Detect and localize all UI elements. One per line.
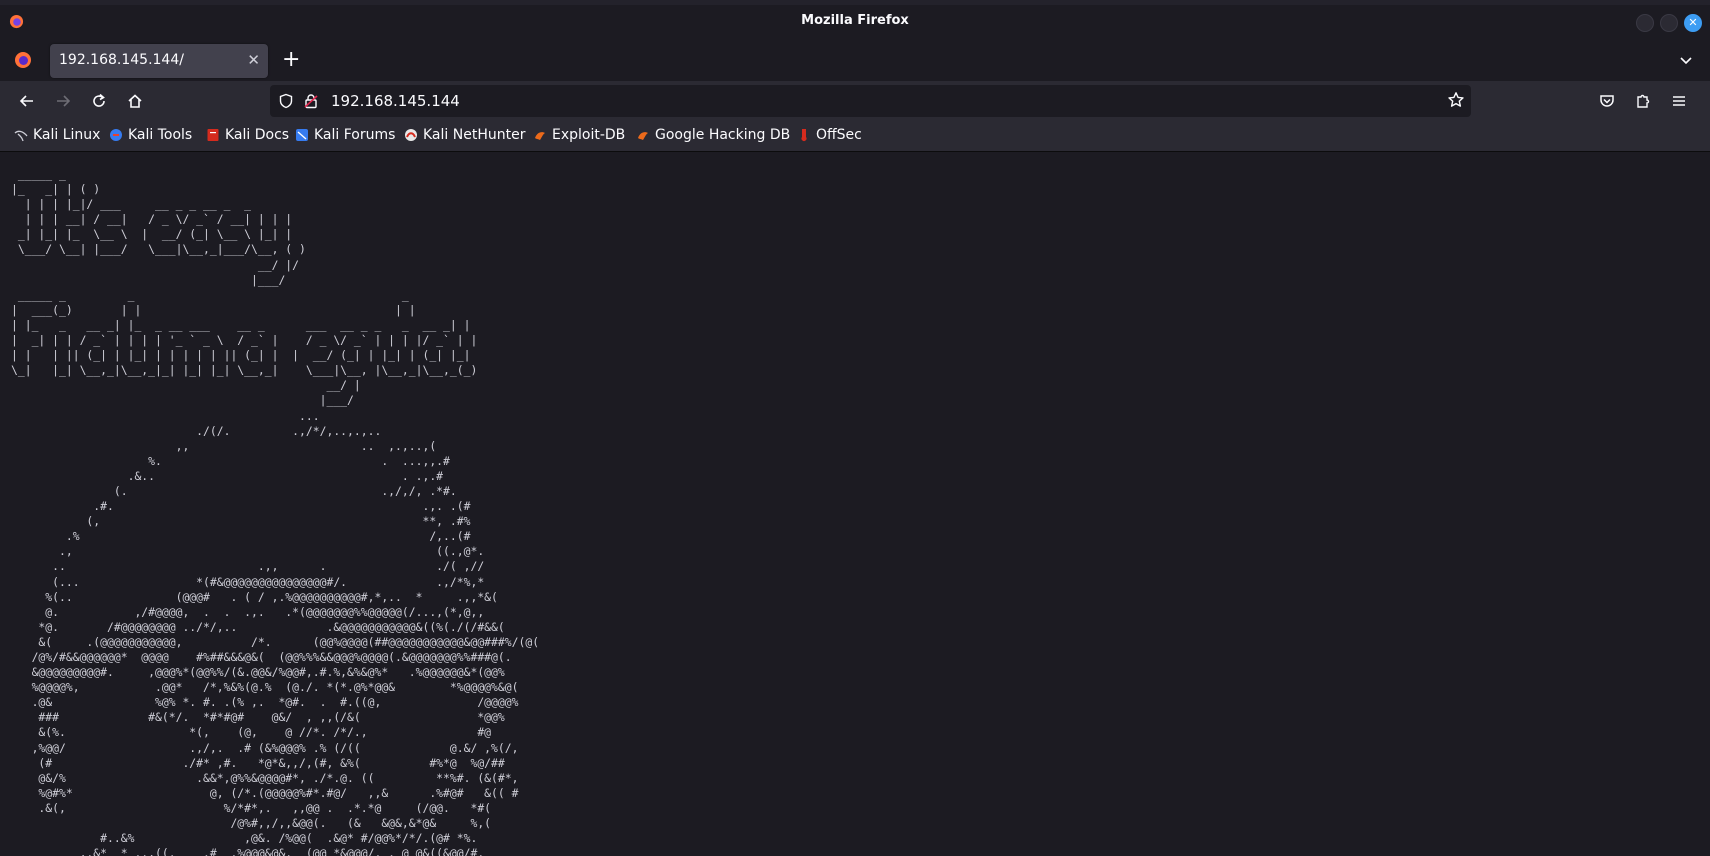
offsec-icon — [801, 129, 807, 141]
close-tab-icon[interactable]: ✕ — [247, 51, 260, 69]
hamburger-menu-icon — [1673, 96, 1685, 106]
ascii-art-banner: _____ _ |_ _| | ( ) | | | |_|/ ___ __ _ … — [11, 167, 540, 856]
bookmark-kali-forums[interactable]: Kali Forums — [295, 127, 395, 143]
back-button[interactable] — [16, 90, 38, 112]
reload-button[interactable] — [88, 90, 110, 112]
application-menu-button[interactable] — [1668, 90, 1690, 112]
forward-arrow-icon — [57, 95, 71, 107]
tracking-protection-shield-icon[interactable] — [278, 93, 294, 109]
address-bar[interactable]: 192.168.145.144 — [270, 85, 1471, 117]
bookmark-offsec[interactable]: OffSec — [797, 127, 862, 143]
home-icon — [128, 94, 142, 108]
exploit-db-icon — [535, 132, 545, 140]
url-text[interactable]: 192.168.145.144 — [331, 92, 460, 110]
bookmark-star-icon[interactable] — [1447, 91, 1465, 109]
bookmark-label: Exploit-DB — [552, 127, 626, 143]
bookmark-label: OffSec — [816, 127, 862, 143]
bookmark-exploit-db[interactable]: Exploit-DB — [533, 127, 625, 143]
pocket-icon — [1600, 95, 1614, 107]
page-content: _____ _ |_ _| | ( ) | | | |_|/ ___ __ _ … — [0, 152, 1710, 856]
new-tab-button[interactable]: + — [282, 46, 300, 74]
forward-button[interactable] — [52, 90, 74, 112]
tab-strip: 192.168.145.144/ ✕ + — [0, 39, 1710, 81]
ghdb-icon — [638, 132, 648, 140]
bookmark-kali-linux[interactable]: Kali Linux — [14, 127, 100, 143]
kali-tools-icon — [110, 129, 122, 141]
bookmark-label: Kali Linux — [33, 127, 101, 143]
home-button[interactable] — [124, 90, 146, 112]
bookmarks-toolbar: Kali Linux Kali Tools Kali Docs Kali For… — [0, 121, 1710, 152]
back-arrow-icon — [19, 95, 33, 107]
extensions-button[interactable] — [1632, 90, 1654, 112]
puzzle-piece-icon — [1637, 94, 1650, 108]
close-window-button[interactable]: ✕ — [1684, 14, 1702, 32]
kali-dragon-icon — [14, 130, 28, 142]
kali-forums-icon — [296, 129, 308, 141]
window-title: Mozilla Firefox — [801, 13, 909, 28]
maximize-button[interactable] — [1660, 14, 1678, 32]
tab-active[interactable]: 192.168.145.144/ ✕ — [50, 44, 268, 78]
firefox-view-icon[interactable] — [14, 51, 32, 69]
list-all-tabs-icon[interactable] — [1678, 52, 1694, 68]
bookmark-kali-docs[interactable]: Kali Docs — [206, 127, 289, 143]
reload-icon — [93, 93, 105, 107]
pocket-button[interactable] — [1596, 90, 1618, 112]
window-titlebar: Mozilla Firefox ✕ — [0, 5, 1710, 39]
insecure-lock-icon[interactable] — [303, 93, 319, 109]
bookmark-label: Google Hacking DB — [655, 127, 791, 143]
bookmark-label: Kali NetHunter — [423, 127, 526, 143]
bookmark-kali-nethunter[interactable]: Kali NetHunter — [404, 127, 525, 143]
tab-title: 192.168.145.144/ — [59, 52, 184, 68]
bookmark-google-hacking-db[interactable]: Google Hacking DB — [636, 127, 790, 143]
navigation-toolbar: 192.168.145.144 — [0, 81, 1710, 121]
bookmark-label: Kali Docs — [225, 127, 290, 143]
kali-docs-icon — [207, 129, 219, 141]
minimize-button[interactable] — [1636, 14, 1654, 32]
bookmark-label: Kali Tools — [128, 127, 193, 143]
nethunter-icon — [405, 129, 417, 141]
bookmark-kali-tools[interactable]: Kali Tools — [109, 127, 192, 143]
bookmark-label: Kali Forums — [314, 127, 396, 143]
